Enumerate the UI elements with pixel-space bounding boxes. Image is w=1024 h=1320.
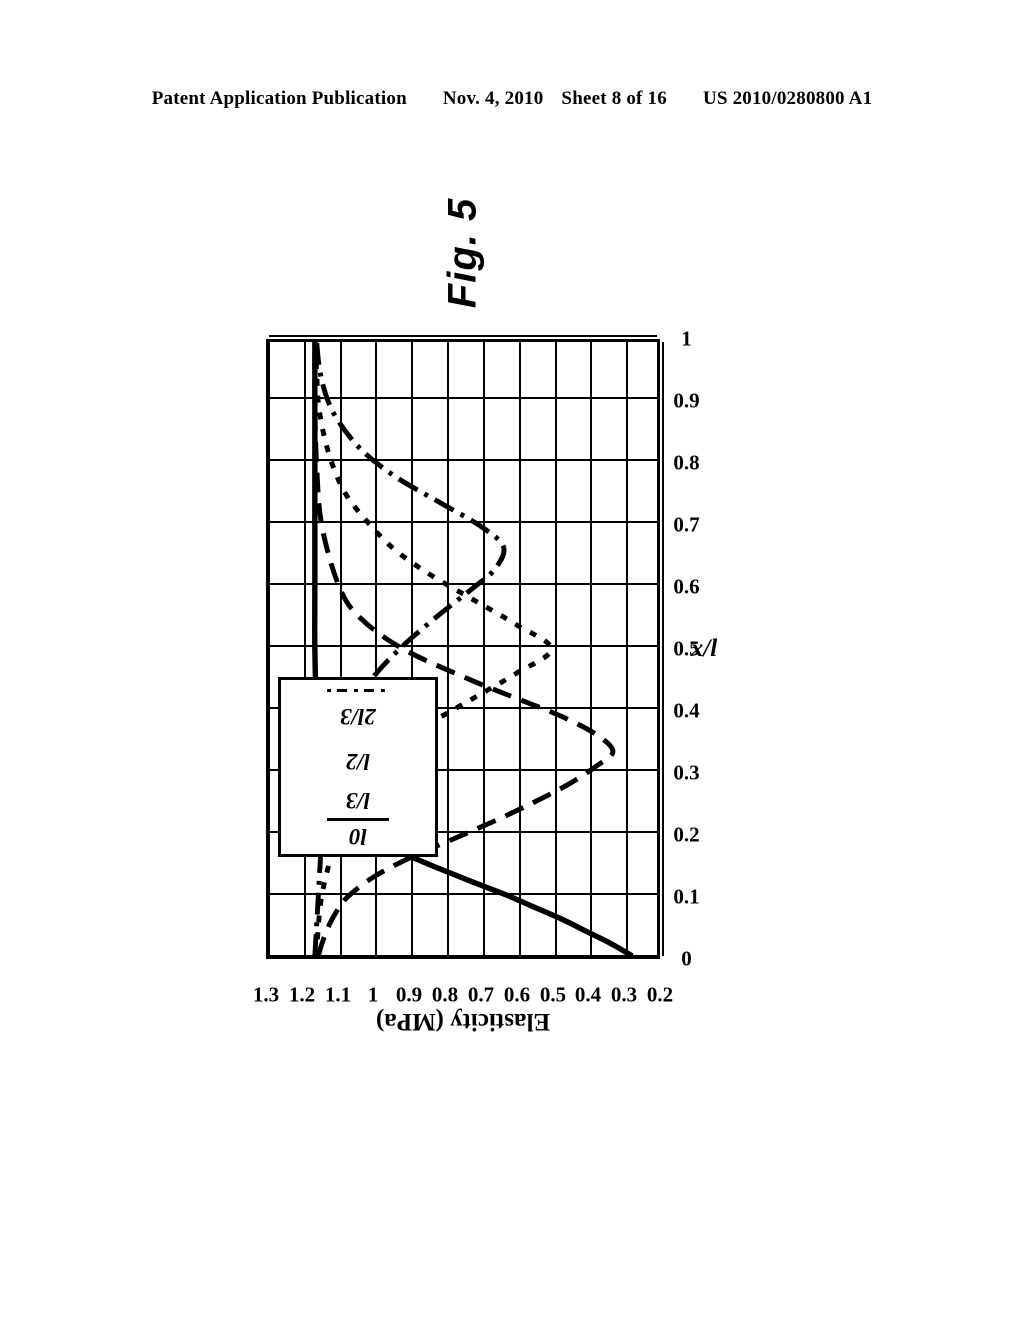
chart-legend: l0 l/3 l/2 2l/3	[278, 677, 438, 857]
x-tick-label: 1	[681, 326, 692, 351]
x-tick-label: 0.3	[673, 760, 700, 785]
gridline-vertical	[269, 335, 657, 337]
x-tick-label: 0.9	[673, 388, 700, 413]
x-tick-label: 0.7	[673, 512, 700, 537]
legend-item-l-3: l/3	[289, 779, 427, 814]
curve-l0	[312, 342, 634, 959]
legend-line-sample-dashed	[327, 779, 389, 782]
header-sheet-label: Sheet 8 of 16	[561, 88, 667, 109]
header-publication-label: Patent Application Publication	[151, 88, 407, 109]
x-tick-label: 0.6	[673, 574, 700, 599]
x-axis-title: x/l	[690, 635, 718, 662]
y-axis-title: Elasticity (MPa)	[375, 1008, 551, 1035]
legend-item-label: l0	[349, 824, 367, 850]
curve-2l-3	[312, 341, 507, 957]
curves-layer	[312, 341, 634, 959]
x-tick-label: 0.1	[673, 884, 700, 909]
legend-item-l0: l0	[289, 818, 427, 849]
y-tick-label: 1.3	[252, 982, 280, 1007]
x-tick-label: 0.4	[673, 698, 700, 723]
legend-item-label: l/2	[345, 748, 371, 774]
legend-item-2l-3: 2l/3	[289, 688, 427, 734]
x-tick-label: 0.2	[673, 822, 700, 847]
patent-header: Patent Application Publication Nov. 4, 2…	[0, 88, 1024, 118]
plot-area	[266, 335, 664, 959]
legend-item-l-2: l/2	[289, 740, 427, 774]
header-date-label: Nov. 4, 2010	[442, 88, 544, 109]
figure-caption: Fig. 5	[440, 197, 485, 309]
legend-line-sample-solid	[327, 818, 389, 822]
curve-l-3	[312, 341, 616, 957]
legend-item-label: 2l/3	[340, 703, 376, 729]
figure-5: 0 0.1 0.2 0.3 0.4 0.5 0.6 0.7 0.8 0.9 1 0.2 0.3 0.4 0…	[252, 198, 772, 1043]
legend-line-sample-dotted	[327, 740, 389, 743]
x-tick-label: 0	[681, 946, 692, 971]
header-patent-number: US 2010/0280800 A1	[702, 88, 873, 109]
legend-line-sample-dashdot	[327, 688, 389, 692]
legend-item-label: l/3	[345, 788, 371, 814]
x-tick-label: 0.8	[673, 450, 700, 475]
gridline-horizontal	[662, 342, 664, 956]
